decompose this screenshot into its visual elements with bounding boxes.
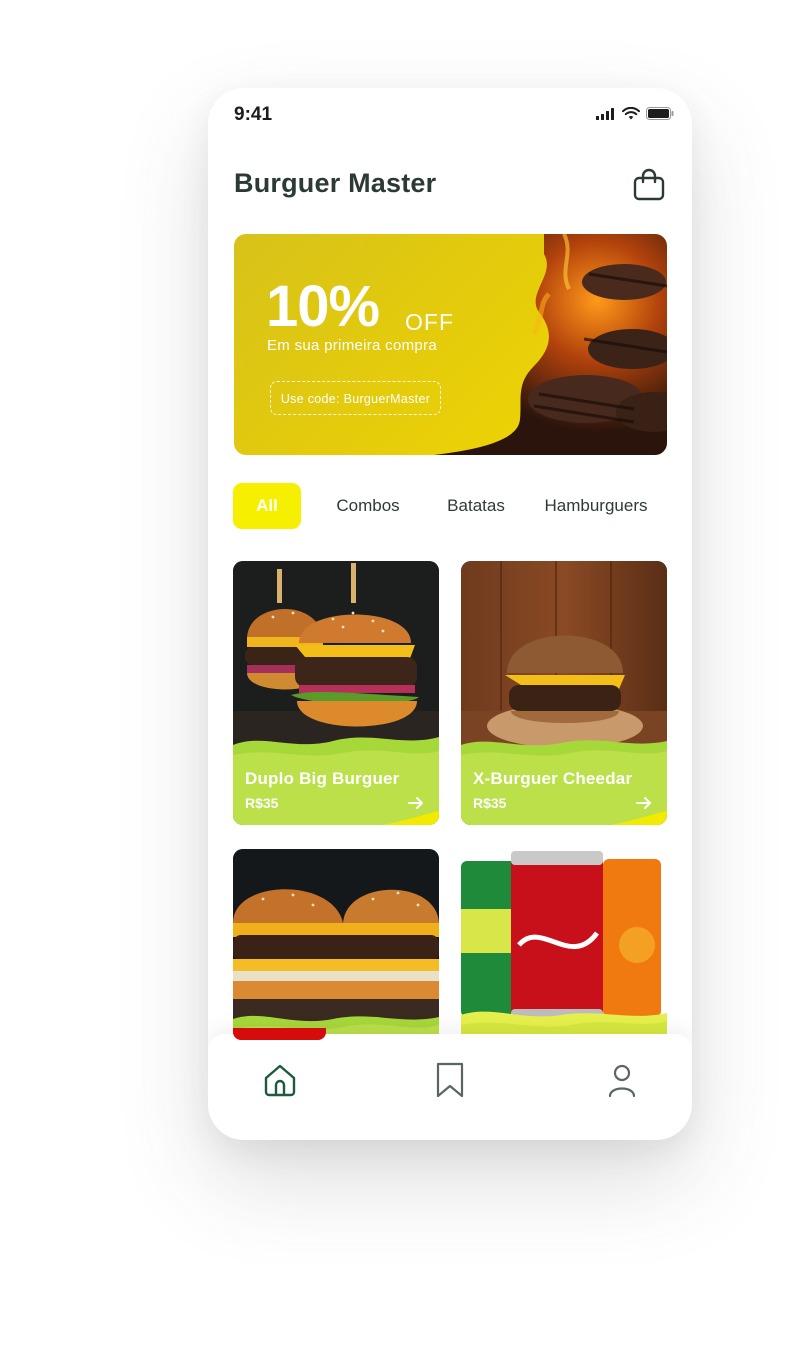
promo-banner[interactable]: 10% OFF Em sua primeira compra Use code:…	[234, 234, 667, 455]
tab-combos[interactable]: Combos	[325, 483, 411, 529]
shopping-bag-icon[interactable]	[632, 168, 666, 202]
bottom-navigation	[208, 1028, 692, 1140]
product-card[interactable]: Duplo Big Burguer R$35	[233, 561, 439, 825]
product-name: X-Burguer Cheedar	[473, 769, 633, 788]
tab-hamburguers[interactable]: Hamburguers	[535, 483, 657, 529]
status-icons	[596, 107, 674, 120]
arrow-right-icon[interactable]	[407, 795, 425, 811]
product-name: Duplo Big Burguer	[245, 769, 400, 788]
battery-icon	[646, 107, 674, 120]
promo-percent: 10%	[266, 274, 380, 339]
tab-batatas[interactable]: Batatas	[437, 483, 515, 529]
product-price: R$35	[473, 795, 507, 811]
category-tabs: All Combos Batatas Hamburguers	[233, 483, 667, 531]
nav-active-indicator	[233, 1028, 326, 1040]
promo-subtitle: Em sua primeira compra	[267, 337, 437, 354]
home-icon[interactable]	[260, 1060, 300, 1100]
user-icon[interactable]	[602, 1060, 642, 1100]
signal-icon	[596, 107, 614, 120]
phone-screen: 9:41 Burguer Master 10% OFF Em sua prime…	[208, 88, 692, 1140]
product-card[interactable]: X-Burguer Cheedar R$35	[461, 561, 667, 825]
bookmark-icon[interactable]	[430, 1060, 470, 1100]
wifi-icon	[622, 107, 640, 120]
tab-all[interactable]: All	[233, 483, 301, 529]
promo-off-label: OFF	[405, 309, 454, 335]
status-time: 9:41	[234, 104, 273, 125]
product-price: R$35	[245, 795, 279, 811]
arrow-right-icon[interactable]	[635, 795, 653, 811]
promo-code-box[interactable]: Use code: BurguerMaster	[270, 381, 441, 415]
page-title: Burguer Master	[234, 168, 437, 198]
